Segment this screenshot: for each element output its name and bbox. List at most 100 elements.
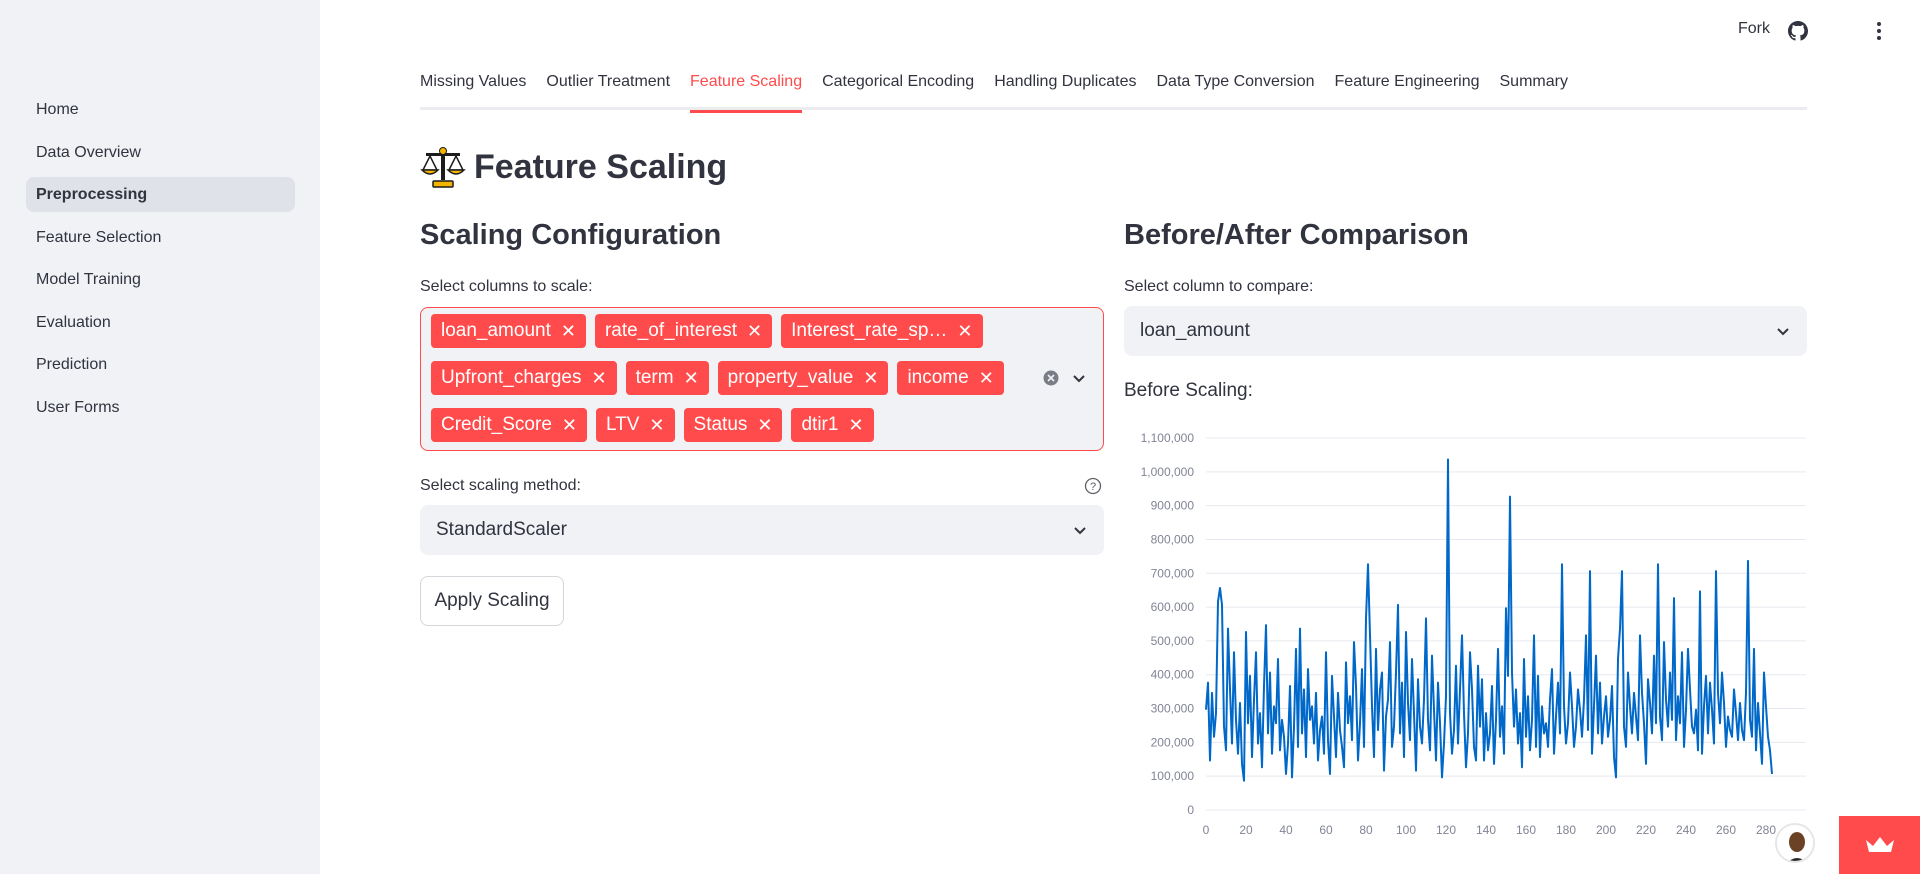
selected-column-tag: Credit_Score ✕ <box>431 408 587 442</box>
tag-label: property_value <box>727 367 854 388</box>
remove-tag-icon[interactable]: ✕ <box>684 361 699 395</box>
scaling-configuration-panel: Scaling Configuration Select columns to … <box>420 210 1104 626</box>
compare-column-value: loan_amount <box>1140 320 1250 341</box>
tag-label: Interest_rate_sp… <box>791 320 948 341</box>
tab-handling-duplicates[interactable]: Handling Duplicates <box>994 64 1136 110</box>
before-scaling-label: Before Scaling: <box>1124 380 1253 401</box>
selected-column-tag: loan_amount ✕ <box>431 314 586 348</box>
remove-tag-icon[interactable]: ✕ <box>863 361 878 395</box>
chevron-down-icon <box>1777 328 1789 336</box>
crown-icon[interactable] <box>1864 834 1896 854</box>
series-line <box>1205 458 1773 782</box>
preprocessing-tabs: Missing Values Outlier Treatment Feature S… <box>420 64 1807 113</box>
y-tick-label: 900,000 <box>1151 499 1195 513</box>
y-tick-label: 0 <box>1187 803 1194 817</box>
config-heading: Scaling Configuration <box>420 219 722 251</box>
tag-row: Credit_Score ✕ LTV ✕ Status ✕ dtir1 ✕ <box>431 408 1103 442</box>
selected-column-tag: term ✕ <box>625 361 709 395</box>
remove-tag-icon[interactable]: ✕ <box>562 408 577 442</box>
help-icon[interactable]: ? <box>1084 477 1102 495</box>
compare-column-label: Select column to compare: <box>1124 278 1314 295</box>
x-tick-label: 120 <box>1436 823 1456 837</box>
x-tick-label: 220 <box>1636 823 1656 837</box>
sidebar-nav: Home Data Overview Preprocessing Feature Se… <box>26 92 295 432</box>
columns-label: Select columns to scale: <box>420 278 593 295</box>
tag-row: loan_amount ✕ rate_of_interest ✕ Interest_ra… <box>431 314 1103 348</box>
sidebar-item-prediction[interactable]: Prediction <box>26 347 295 382</box>
tag-label: income <box>907 367 969 388</box>
x-tick-label: 20 <box>1239 823 1253 837</box>
remove-tag-icon[interactable]: ✕ <box>757 408 772 442</box>
selected-column-tag: Status ✕ <box>683 408 783 442</box>
balance-scale-icon <box>420 147 466 188</box>
x-tick-label: 180 <box>1556 823 1576 837</box>
remove-tag-icon[interactable]: ✕ <box>649 408 664 442</box>
tag-label: LTV <box>605 414 640 435</box>
y-tick-label: 700,000 <box>1151 566 1195 580</box>
tab-summary[interactable]: Summary <box>1500 64 1568 110</box>
selected-column-tag: rate_of_interest ✕ <box>594 314 773 348</box>
y-tick-label: 1,000,000 <box>1141 465 1195 479</box>
x-tick-label: 160 <box>1516 823 1536 837</box>
tag-label: term <box>635 367 674 388</box>
tab-outlier-treatment[interactable]: Outlier Treatment <box>546 64 670 110</box>
tag-row: Upfront_charges ✕ term ✕ property_value ✕ inco… <box>431 361 1103 395</box>
selected-column-tag: dtir1 ✕ <box>791 408 874 442</box>
remove-tag-icon[interactable]: ✕ <box>979 361 994 395</box>
selected-column-tag: LTV ✕ <box>595 408 675 442</box>
page-title: Feature Scaling <box>420 142 727 192</box>
remove-tag-icon[interactable]: ✕ <box>957 314 972 348</box>
x-tick-label: 140 <box>1476 823 1496 837</box>
tab-missing-values[interactable]: Missing Values <box>420 64 526 110</box>
avatar[interactable] <box>1775 823 1815 863</box>
tag-label: Credit_Score <box>441 414 552 435</box>
svg-text:?: ? <box>1090 481 1096 493</box>
sidebar-item-home[interactable]: Home <box>26 92 295 127</box>
y-tick-label: 300,000 <box>1151 702 1195 716</box>
x-tick-label: 0 <box>1203 823 1210 837</box>
sidebar-item-preprocessing[interactable]: Preprocessing <box>26 177 295 212</box>
sidebar-item-data-overview[interactable]: Data Overview <box>26 135 295 170</box>
remove-tag-icon[interactable]: ✕ <box>747 314 762 348</box>
compare-column-select[interactable]: loan_amount <box>1124 306 1807 356</box>
fork-button[interactable]: Fork <box>1738 20 1770 38</box>
x-tick-label: 100 <box>1396 823 1416 837</box>
app-header: Fork <box>1620 0 1920 60</box>
tab-data-type-conversion[interactable]: Data Type Conversion <box>1157 64 1315 110</box>
tab-feature-engineering[interactable]: Feature Engineering <box>1335 64 1480 110</box>
tab-categorical-encoding[interactable]: Categorical Encoding <box>822 64 974 110</box>
x-tick-label: 60 <box>1319 823 1333 837</box>
x-tick-label: 280 <box>1756 823 1776 837</box>
columns-multiselect[interactable]: loan_amount ✕ rate_of_interest ✕ Interest_ra… <box>420 307 1104 451</box>
tag-label: Upfront_charges <box>441 367 582 388</box>
apply-scaling-button[interactable]: Apply Scaling <box>420 576 564 626</box>
y-tick-label: 500,000 <box>1151 634 1195 648</box>
selected-column-tag: income ✕ <box>897 361 1004 395</box>
remove-tag-icon[interactable]: ✕ <box>561 314 576 348</box>
scaling-method-select[interactable]: StandardScaler <box>420 505 1104 555</box>
sidebar-item-user-forms[interactable]: User Forms <box>26 390 295 425</box>
kebab-menu-icon[interactable] <box>1868 20 1890 42</box>
comparison-heading: Before/After Comparison <box>1124 219 1469 251</box>
before-scaling-chart: 0 100,000 200,000 300,000 400,000 500,000 600,… <box>1124 420 1814 840</box>
x-tick-label: 40 <box>1279 823 1293 837</box>
github-icon[interactable] <box>1788 21 1808 41</box>
remove-tag-icon[interactable]: ✕ <box>848 408 863 442</box>
x-tick-label: 240 <box>1676 823 1696 837</box>
chevron-down-icon[interactable] <box>1071 370 1087 386</box>
tag-label: loan_amount <box>441 320 551 341</box>
tag-label: dtir1 <box>801 414 839 435</box>
x-tick-label: 80 <box>1359 823 1373 837</box>
user-avatar-icon <box>1777 825 1813 861</box>
comparison-panel: Before/After Comparison Select column to… <box>1124 210 1807 404</box>
sidebar-item-model-training[interactable]: Model Training <box>26 262 295 297</box>
sidebar-item-feature-selection[interactable]: Feature Selection <box>26 220 295 255</box>
clear-all-icon[interactable] <box>1043 370 1059 386</box>
y-tick-label: 100,000 <box>1151 769 1195 783</box>
tab-feature-scaling[interactable]: Feature Scaling <box>690 64 803 113</box>
sidebar-item-evaluation[interactable]: Evaluation <box>26 305 295 340</box>
y-tick-label: 400,000 <box>1151 668 1195 682</box>
remove-tag-icon[interactable]: ✕ <box>591 361 606 395</box>
tag-label: rate_of_interest <box>604 320 737 341</box>
sidebar: Home Data Overview Preprocessing Feature Se… <box>0 0 320 874</box>
